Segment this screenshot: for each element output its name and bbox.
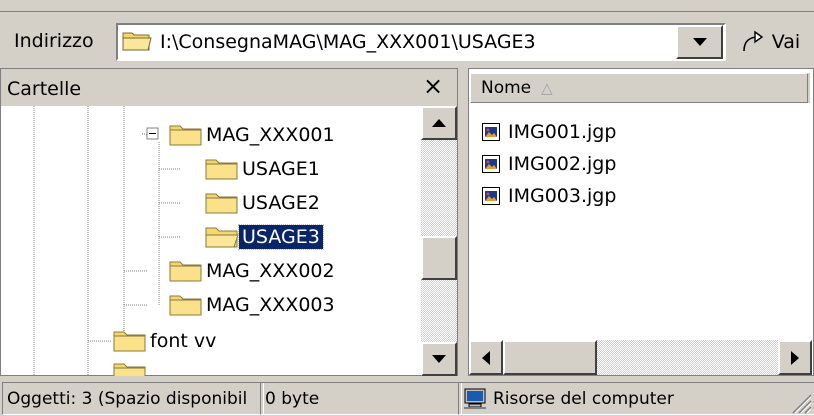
scroll-thumb[interactable]: [421, 236, 457, 280]
dropdown-arrow-icon: [692, 37, 707, 46]
files-pane: [468, 68, 814, 376]
arrow-left-icon: [482, 350, 490, 365]
tree-item-label: font vv: [150, 330, 217, 352]
scroll-right-button[interactable]: [778, 340, 812, 375]
column-header-label: Nome: [481, 78, 532, 98]
files-header: Nome △: [470, 73, 810, 103]
column-header-name[interactable]: Nome △: [470, 73, 808, 103]
file-item-label: IMG002.jgp: [508, 153, 617, 175]
folder-icon: [205, 159, 238, 180]
resize-grip-icon[interactable]: [790, 392, 812, 414]
file-item-label: IMG003.jgp: [508, 185, 617, 207]
tree-item-mag-xxx002[interactable]: MAG_XXX002: [169, 254, 338, 288]
open-folder-icon: [122, 32, 152, 51]
folder-icon: [169, 295, 202, 316]
tree-item-label-selected: USAGE3: [238, 224, 324, 250]
close-icon: ×: [422, 72, 444, 100]
scroll-up-button[interactable]: [421, 106, 457, 140]
go-button[interactable]: Vai: [732, 24, 808, 60]
tree-item-label: MAG_XXX001: [206, 124, 335, 146]
folders-scrollbar[interactable]: [421, 106, 457, 376]
folder-icon: [169, 125, 202, 146]
folder-tree: MAG_XXX001 USAGE1 USAGE2 USAGE3 MAG_XXX0…: [1, 106, 421, 376]
folder-icon: [113, 363, 146, 376]
tree-item-label: USAGE1: [242, 158, 320, 180]
status-objects: Oggetti: 3 (Spazio disponibil: [2, 382, 264, 415]
status-size: 0 byte: [260, 382, 462, 415]
close-folders-button[interactable]: ×: [419, 71, 447, 101]
hscroll-thumb[interactable]: [503, 340, 597, 375]
scroll-down-button[interactable]: [421, 342, 457, 376]
tree-item-label: MAG_XXX003: [206, 294, 335, 316]
tree-item-partial[interactable]: [113, 356, 147, 376]
tree-item-usage2[interactable]: USAGE2: [205, 186, 323, 220]
status-zone-text: Risorse del computer: [493, 388, 674, 409]
image-file-icon: [482, 155, 500, 173]
go-arrow-icon: [742, 30, 763, 52]
file-item-img003[interactable]: IMG003.jgp: [482, 180, 616, 212]
arrow-down-icon: [432, 355, 446, 363]
tree-item-mag-xxx003[interactable]: MAG_XXX003: [169, 288, 338, 322]
address-label: Indirizzo: [14, 30, 94, 52]
arrow-right-icon: [791, 350, 799, 365]
folders-header: Cartelle ×: [1, 69, 457, 106]
tree-item-mag-xxx001[interactable]: MAG_XXX001: [169, 118, 338, 152]
status-bar: Oggetti: 3 (Spazio disponibil 0 byte Ris…: [0, 378, 814, 416]
computer-icon: [464, 388, 486, 409]
open-folder-icon: [205, 227, 239, 248]
file-item-img002[interactable]: IMG002.jgp: [482, 148, 616, 180]
tree-item-font-vv[interactable]: font vv: [113, 324, 219, 358]
address-field[interactable]: I:\ConsegnaMAG\MAG_XXX001\USAGE3: [116, 23, 726, 61]
file-item-label: IMG001.jgp: [508, 121, 617, 143]
arrow-up-icon: [432, 119, 446, 127]
files-horizontal-scrollbar[interactable]: [469, 340, 812, 375]
file-item-img001[interactable]: IMG001.jgp: [482, 116, 616, 148]
tree-item-usage1[interactable]: USAGE1: [205, 152, 323, 186]
status-objects-text: Oggetti: 3 (Spazio disponibil: [7, 388, 248, 409]
tree-item-label: USAGE2: [242, 192, 320, 214]
status-size-text: 0 byte: [265, 388, 320, 409]
folder-icon: [169, 261, 202, 282]
sort-ascending-icon: △: [541, 79, 553, 97]
toolbar-strip: [0, 0, 814, 12]
folder-icon: [205, 193, 238, 214]
scroll-left-button[interactable]: [469, 340, 503, 375]
image-file-icon: [482, 123, 500, 141]
status-zone: Risorse del computer: [458, 382, 814, 415]
folder-icon: [113, 331, 146, 352]
go-button-label: Vai: [771, 31, 801, 53]
tree-item-label: MAG_XXX002: [206, 260, 335, 282]
tree-item-usage3[interactable]: USAGE3: [205, 220, 324, 254]
address-input[interactable]: I:\ConsegnaMAG\MAG_XXX001\USAGE3: [160, 31, 536, 53]
address-dropdown-button[interactable]: [676, 25, 723, 59]
folders-title: Cartelle: [7, 78, 82, 100]
image-file-icon: [482, 187, 500, 205]
